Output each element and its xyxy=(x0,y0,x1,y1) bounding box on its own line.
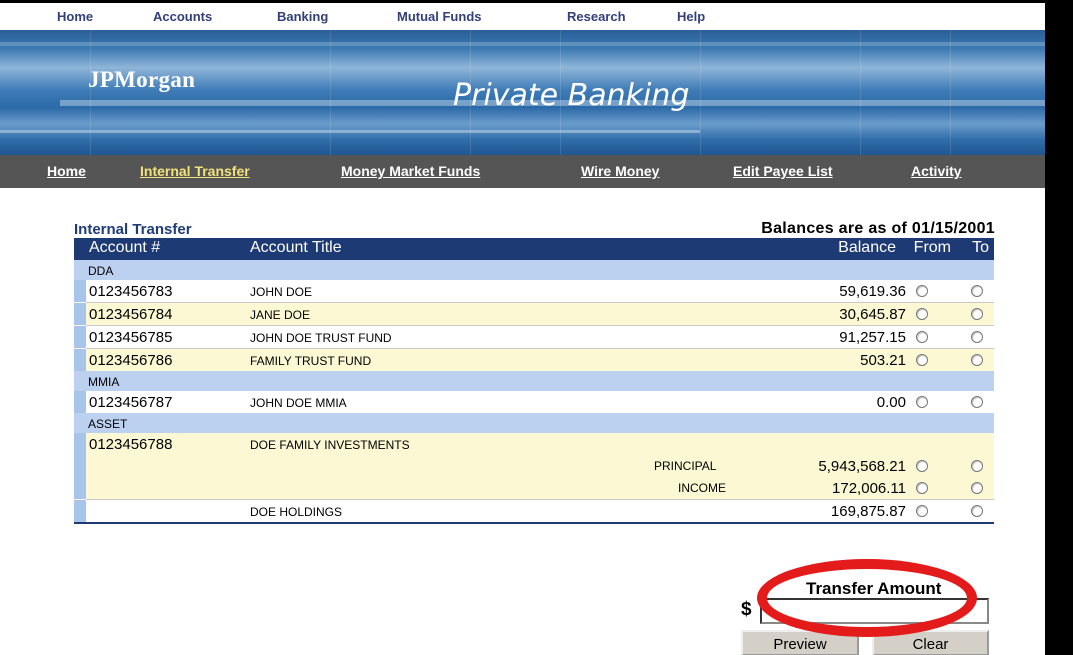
table-row: 0123456788 DOE FAMILY INVESTMENTS xyxy=(74,433,994,455)
section-title: Internal Transfer xyxy=(74,221,192,238)
group-label: ASSET xyxy=(88,417,128,431)
to-radio[interactable] xyxy=(971,285,983,297)
income-label: INCOME xyxy=(678,481,726,495)
top-nav: Home Accounts Banking Mutual Funds Resea… xyxy=(0,0,1045,30)
account-title: JOHN DOE TRUST FUND xyxy=(250,331,392,345)
transfer-amount-label: Transfer Amount xyxy=(806,579,942,598)
header-account-title: Account Title xyxy=(250,239,342,256)
header-balance: Balance xyxy=(838,239,896,256)
table-row: 0123456787 JOHN DOE MMIA 0.00 xyxy=(74,391,994,413)
account-table: Account # Account Title Balance From To … xyxy=(74,238,994,555)
top-nav-research[interactable]: Research xyxy=(567,9,626,24)
from-radio[interactable] xyxy=(916,354,928,366)
top-nav-banking[interactable]: Banking xyxy=(277,9,328,24)
header-from: From xyxy=(913,239,951,256)
preview-button[interactable]: Preview xyxy=(741,630,859,655)
account-balance: 91,257.15 xyxy=(839,329,906,346)
account-balance: 169,875.87 xyxy=(830,503,906,520)
balances-as-of: Balances are as of 01/15/2001 xyxy=(761,220,995,237)
sub-nav-edit-payee-list[interactable]: Edit Payee List xyxy=(733,163,833,179)
sub-nav-wire-money[interactable]: Wire Money xyxy=(581,163,659,179)
window-frame-top xyxy=(0,0,1073,3)
from-radio[interactable] xyxy=(916,396,928,408)
account-number: 0123456787 xyxy=(89,394,173,411)
table-row: PRINCIPAL 5,943,568.21 xyxy=(74,455,994,477)
table-header: Account # Account Title Balance From To xyxy=(74,238,994,260)
header-account: Account # xyxy=(89,239,161,256)
account-number: 0123456783 xyxy=(89,283,173,300)
page: Home Accounts Banking Mutual Funds Resea… xyxy=(0,0,1045,655)
to-radio[interactable] xyxy=(971,308,983,320)
from-radio[interactable] xyxy=(916,331,928,343)
table-row: 0123456785 JOHN DOE TRUST FUND 91,257.15 xyxy=(74,326,994,348)
to-radio[interactable] xyxy=(971,331,983,343)
top-nav-help[interactable]: Help xyxy=(677,9,705,24)
account-balance: 172,006.11 xyxy=(832,480,906,497)
top-nav-accounts[interactable]: Accounts xyxy=(153,9,212,24)
account-title: DOE HOLDINGS xyxy=(250,505,343,519)
group-label: MMIA xyxy=(88,375,120,389)
account-title: JOHN DOE MMIA xyxy=(250,396,347,410)
account-title: DOE FAMILY INVESTMENTS xyxy=(250,438,410,452)
account-number: 0123456786 xyxy=(89,352,173,369)
sub-nav-internal-transfer[interactable]: Internal Transfer xyxy=(140,163,250,179)
account-balance: 30,645.87 xyxy=(839,306,906,323)
currency-symbol: $ xyxy=(741,599,752,620)
to-radio[interactable] xyxy=(971,505,983,517)
to-radio[interactable] xyxy=(971,460,983,472)
sub-nav-activity[interactable]: Activity xyxy=(911,163,962,179)
from-radio[interactable] xyxy=(916,308,928,320)
jpmorgan-logo[interactable]: JPMorgan xyxy=(88,67,195,93)
account-balance: 59,619.36 xyxy=(839,283,906,300)
account-title: JOHN DOE xyxy=(250,285,313,299)
table-row: DOE HOLDINGS 169,875.87 xyxy=(74,500,994,522)
table-row: 0123456786 FAMILY TRUST FUND 503.21 xyxy=(74,349,994,371)
header-to: To xyxy=(972,239,989,256)
clear-button[interactable]: Clear xyxy=(872,630,989,655)
from-radio[interactable] xyxy=(916,285,928,297)
group-label: DDA xyxy=(88,264,114,278)
transfer-amount-input[interactable] xyxy=(760,598,989,624)
from-radio[interactable] xyxy=(916,460,928,472)
table-row: 0123456783 JOHN DOE 59,619.36 xyxy=(74,280,994,302)
to-radio[interactable] xyxy=(971,482,983,494)
account-title: FAMILY TRUST FUND xyxy=(250,354,372,368)
account-balance: 503.21 xyxy=(860,352,906,369)
account-number: 0123456785 xyxy=(89,329,173,346)
from-radio[interactable] xyxy=(916,482,928,494)
sub-nav-home[interactable]: Home xyxy=(47,163,86,179)
banner-title: Private Banking xyxy=(453,78,690,113)
account-number: 0123456784 xyxy=(89,306,173,323)
account-balance: 5,943,568.21 xyxy=(818,458,906,475)
account-title: JANE DOE xyxy=(250,308,311,322)
table-row: INCOME 172,006.11 xyxy=(74,477,994,499)
principal-label: PRINCIPAL xyxy=(654,459,717,473)
account-balance: 0.00 xyxy=(876,394,906,411)
table-bottom-border xyxy=(74,522,994,524)
table-row: 0123456784 JANE DOE 30,645.87 xyxy=(74,303,994,325)
window-frame-right xyxy=(1045,0,1073,655)
group-header: DDA xyxy=(74,260,994,280)
to-radio[interactable] xyxy=(971,396,983,408)
from-radio[interactable] xyxy=(916,505,928,517)
sub-nav-money-market-funds[interactable]: Money Market Funds xyxy=(341,163,480,179)
banner: JPMorgan Private Banking xyxy=(0,30,1045,155)
top-nav-home[interactable]: Home xyxy=(57,9,93,24)
to-radio[interactable] xyxy=(971,354,983,366)
group-header: ASSET xyxy=(74,413,994,433)
account-number: 0123456788 xyxy=(89,436,173,453)
group-header: MMIA xyxy=(74,371,994,391)
top-nav-mutual-funds[interactable]: Mutual Funds xyxy=(397,9,482,24)
sub-nav: Home Internal Transfer Money Market Fund… xyxy=(0,155,1045,188)
